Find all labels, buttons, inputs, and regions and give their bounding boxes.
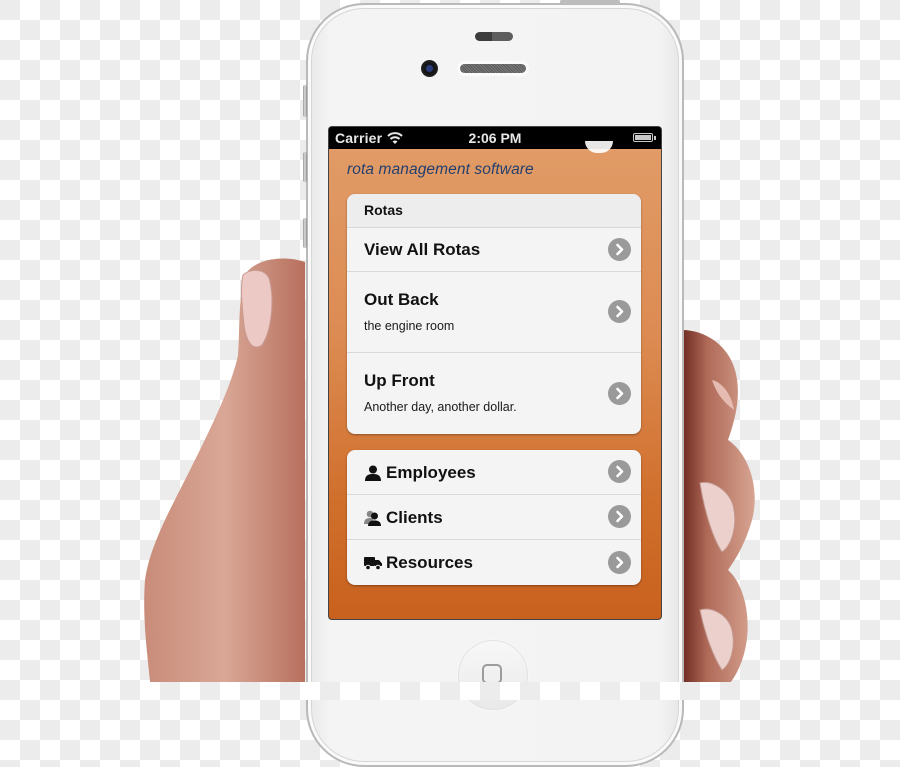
battery-full-icon — [633, 133, 656, 142]
users-icon — [364, 510, 381, 526]
earpiece-speaker — [460, 64, 526, 73]
chevron-right-circle-icon[interactable] — [608, 550, 631, 574]
nav-item-resources[interactable]: Resources — [347, 540, 641, 585]
chevron-right-circle-icon[interactable] — [608, 460, 631, 483]
list-item-title: Employees — [386, 463, 476, 482]
chevron-right-circle-icon[interactable] — [608, 505, 631, 528]
list-item-title: View All Rotas — [364, 240, 481, 259]
proximity-sensor — [475, 32, 513, 41]
app-tagline: rota management software — [347, 161, 534, 178]
front-camera — [421, 60, 438, 77]
navigation-list: Employees Clients Resources — [347, 450, 641, 585]
list-item-label-wrap: Resources — [364, 553, 473, 573]
list-item-label-wrap: Employees — [364, 463, 476, 483]
user-icon — [365, 465, 381, 481]
truck-icon — [364, 557, 382, 571]
list-item-title: Out Back — [364, 290, 439, 309]
home-square-icon — [482, 664, 502, 684]
rota-item-out-back[interactable]: Out Back the engine room — [347, 272, 641, 353]
nav-item-clients[interactable]: Clients — [347, 495, 641, 540]
list-item-subtitle: Another day, another dollar. — [364, 400, 517, 414]
transparent-background-bottom — [0, 682, 900, 700]
chevron-right-circle-icon[interactable] — [608, 381, 631, 405]
pull-indicator — [585, 141, 613, 153]
list-item-label-wrap: Clients — [364, 508, 443, 528]
chevron-right-circle-icon[interactable] — [608, 300, 631, 323]
list-item-subtitle: the engine room — [364, 319, 455, 333]
nav-item-employees[interactable]: Employees — [347, 450, 641, 495]
rota-item-up-front[interactable]: Up Front Another day, another dollar. — [347, 353, 641, 434]
chevron-right-circle-icon[interactable] — [608, 237, 631, 261]
mute-switch — [303, 85, 307, 117]
list-item-title: Clients — [386, 508, 443, 527]
volume-up-button — [303, 152, 307, 182]
list-item-title: Up Front — [364, 371, 435, 390]
app-content: rota management software Rotas View All … — [329, 141, 661, 619]
rotas-list-header: Rotas — [347, 194, 641, 228]
volume-down-button — [303, 218, 307, 248]
rotas-list: Rotas View All Rotas Out Back the engine… — [347, 194, 641, 434]
phone-screen: Carrier 2:06 PM rota management software… — [329, 127, 661, 619]
list-item-title: Resources — [386, 553, 473, 572]
rota-item-view-all[interactable]: View All Rotas — [347, 228, 641, 272]
power-button — [560, 0, 620, 4]
